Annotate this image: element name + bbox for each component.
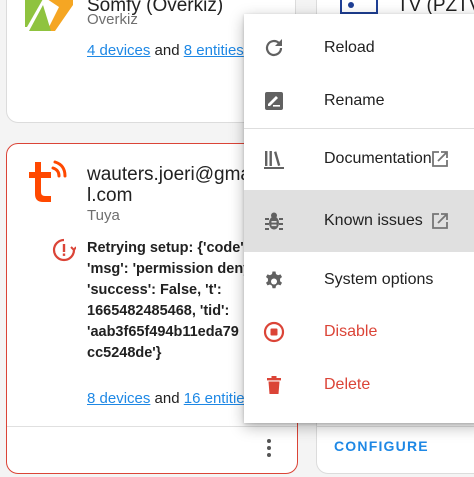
menu-item-label: Rename (324, 92, 385, 109)
reload-icon (265, 39, 283, 57)
menu-divider (244, 128, 474, 129)
error-line: 'aab3f65f494b11eda79 (87, 324, 239, 340)
menu-item-known-issues[interactable]: Known issues (244, 190, 474, 252)
tv-logo-icon (340, 0, 378, 14)
integration-subtitle: Tuya (87, 207, 120, 224)
entities-link[interactable]: 8 entities (184, 42, 244, 59)
card-divider (317, 426, 474, 427)
devices-link[interactable]: 4 devices (87, 42, 150, 59)
menu-item-rename[interactable]: Rename (244, 75, 474, 127)
error-message: Retrying setup: {'code': 'msg': 'permiss… (87, 238, 251, 364)
integration-title-line2: l.com (87, 185, 133, 206)
menu-item-label: Documentation (324, 150, 432, 167)
devices-entities-line: 4 devices and 8 entities (87, 42, 244, 59)
tuya-logo-icon (29, 160, 67, 202)
overkiz-logo-icon (25, 0, 73, 31)
configure-button[interactable]: CONFIGURE (334, 438, 429, 454)
rename-icon (265, 92, 283, 110)
entities-link[interactable]: 16 entities (184, 390, 252, 407)
error-line: 'success': False, 't': (87, 282, 222, 298)
and-text: and (154, 390, 180, 407)
menu-item-label: Known issues (324, 212, 423, 229)
menu-item-delete[interactable]: Delete (244, 359, 474, 411)
error-line: 1665482485468, 'tid': (87, 303, 230, 319)
external-link-icon (432, 213, 448, 229)
devices-link[interactable]: 8 devices (87, 390, 150, 407)
overflow-menu-icon[interactable] (257, 436, 281, 460)
menu-item-system-options[interactable]: System options (244, 254, 474, 306)
error-icon (52, 238, 76, 262)
error-line: 'msg': 'permission deny (87, 261, 252, 277)
documentation-icon (264, 151, 284, 169)
external-link-icon (432, 151, 448, 167)
menu-item-disable[interactable]: Disable (244, 306, 474, 358)
gear-icon (266, 271, 282, 289)
bug-icon (265, 212, 283, 230)
menu-item-label: Reload (324, 39, 375, 56)
menu-item-documentation[interactable]: Documentation (244, 133, 474, 185)
menu-item-label: Delete (324, 376, 371, 393)
integration-title-line1: wauters.joeri@gmai (87, 164, 256, 185)
integration-subtitle: Overkiz (87, 11, 138, 28)
menu-item-reload[interactable]: Reload (244, 22, 474, 74)
menu-item-label: System options (324, 271, 434, 288)
card-divider (7, 426, 297, 427)
integration-context-menu: Reload Rename Documentation Known issues… (244, 14, 474, 423)
menu-item-label: Disable (324, 323, 378, 340)
disable-icon (263, 321, 285, 343)
and-text: and (154, 42, 180, 59)
delete-icon (267, 376, 281, 394)
error-line: cc5248de'} (87, 345, 162, 361)
devices-entities-line: 8 devices and 16 entities (87, 390, 252, 407)
error-line: Retrying setup: {'code': (87, 240, 249, 256)
